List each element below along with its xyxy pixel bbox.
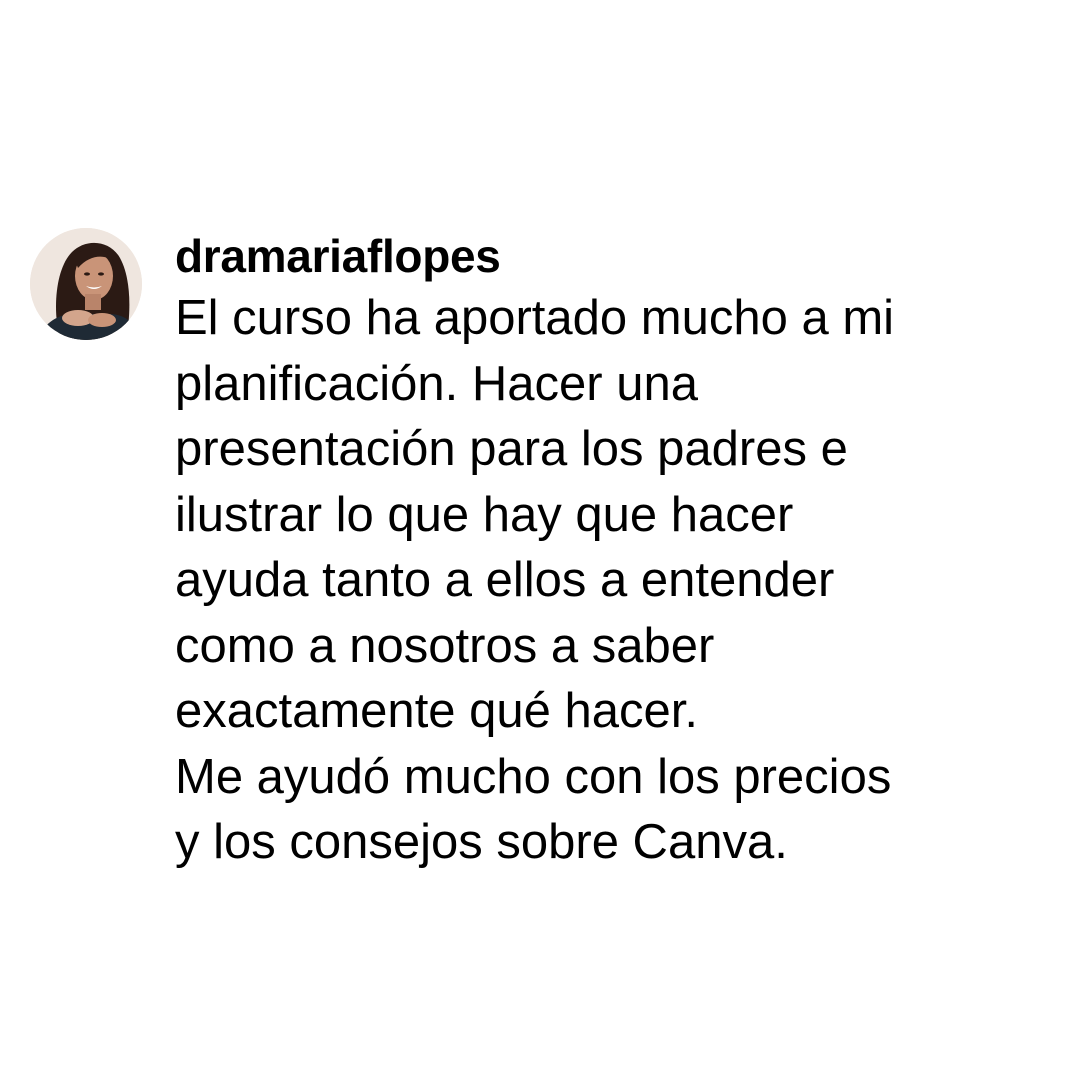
- comment-text-line: y los consejos sobre Canva.: [175, 815, 788, 869]
- comment-text-line: exactamente qué hacer.: [175, 684, 699, 738]
- comment-text-line: Me ayudó mucho con los precios: [175, 749, 892, 804]
- profile-photo-icon: [30, 228, 142, 340]
- avatar[interactable]: [30, 228, 142, 340]
- comment: dramariaflopes El curso ha aportado much…: [30, 228, 1055, 876]
- username[interactable]: dramariaflopes: [175, 228, 1055, 284]
- page: dramariaflopes El curso ha aportado much…: [0, 0, 1080, 1080]
- comment-content: dramariaflopes El curso ha aportado much…: [175, 228, 1055, 876]
- comment-text-line: como a nosotros a saber: [175, 618, 715, 673]
- comment-text-line: planificación. Hacer una: [175, 356, 698, 411]
- comment-text-line: ilustrar lo que hay que hacer: [175, 487, 794, 542]
- comment-text-line: El curso ha aportado mucho a mi: [175, 291, 895, 345]
- comment-text-line: ayuda tanto a ellos a entender: [175, 553, 835, 607]
- comment-text-line: presentación para los padres e: [175, 422, 848, 476]
- comment-text: El curso ha aportado mucho a mi planific…: [175, 286, 1055, 876]
